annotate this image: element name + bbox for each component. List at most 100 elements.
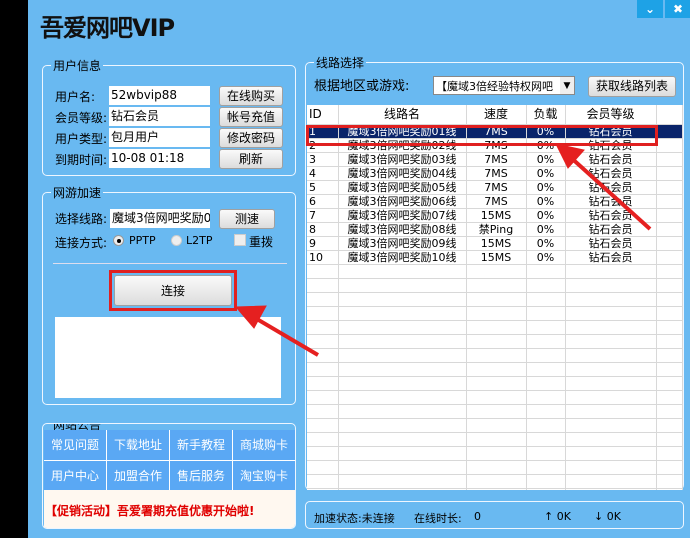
- user-action-button[interactable]: 帐号充值: [219, 107, 283, 127]
- routes-table-wrap: ID 线路名 速度 负载 会员等级 1 魔域3倍网吧奖励01线 7MS 0% 钻石会员 2 魔域3倍…: [307, 105, 683, 490]
- table-cell: 5: [307, 180, 339, 195]
- status-bar: 加速状态:未连接 在线时长: 0 ↑ 0K ↓ 0K: [305, 501, 684, 529]
- table-cell: 3: [307, 152, 339, 167]
- table-cell: 魔域3倍网吧奖励04线: [338, 166, 467, 181]
- user-action-button[interactable]: 刷新: [219, 149, 283, 169]
- notice-link[interactable]: 新手教程: [170, 430, 233, 461]
- column-header[interactable]: 线路名: [338, 105, 467, 125]
- upload-speed: ↑ 0K: [544, 510, 571, 523]
- field-label: 会员等级:: [55, 111, 108, 125]
- download-speed: ↓ 0K: [594, 510, 621, 523]
- user-action-button[interactable]: 在线购买: [219, 86, 283, 106]
- table-cell: 魔域3倍网吧奖励08线: [338, 222, 467, 237]
- table-cell: 魔域3倍网吧奖励07线: [338, 208, 467, 223]
- table-cell: 魔域3倍网吧奖励09线: [338, 236, 467, 251]
- table-cell: 魔域3倍网吧奖励03线: [338, 152, 467, 167]
- redial-checkbox[interactable]: [234, 234, 246, 246]
- field-value: 钻石会员: [109, 107, 210, 126]
- connect-button[interactable]: 连接: [114, 275, 232, 306]
- notice-link[interactable]: 常见问题: [44, 430, 107, 461]
- table-cell: 6: [307, 194, 339, 209]
- online-label: 在线时长:: [414, 512, 462, 525]
- table-cell: [656, 222, 683, 237]
- field-value: 10-08 01:18: [109, 149, 210, 168]
- promo-text[interactable]: 【促销活动】吾爱署期充值优惠开始啦!: [44, 490, 295, 528]
- log-box: [55, 317, 281, 398]
- field-label: 用户名:: [55, 90, 96, 104]
- table-row[interactable]: 5 魔域3倍网吧奖励05线 7MS 0% 钻石会员: [307, 180, 683, 195]
- table-row[interactable]: 10 魔域3倍网吧奖励10线 15MS 0% 钻石会员: [307, 250, 683, 265]
- route-field[interactable]: 魔域3倍网吧奖励01: [110, 209, 210, 228]
- table-cell: [656, 236, 683, 251]
- empty-row: [307, 390, 683, 405]
- table-cell: 7MS: [466, 152, 527, 167]
- pptp-radio[interactable]: [113, 235, 124, 246]
- table-cell: 0%: [526, 194, 566, 209]
- notice-link[interactable]: 售后服务: [170, 461, 233, 492]
- status-text: 加速状态:未连接: [314, 512, 395, 525]
- notice-link[interactable]: 淘宝购卡: [233, 461, 295, 492]
- filter-select[interactable]: 【魔域3倍经验特权网吧 ▼: [433, 76, 575, 95]
- column-header[interactable]: ID: [307, 105, 339, 125]
- table-cell: 0%: [526, 236, 566, 251]
- table-cell: 4: [307, 166, 339, 181]
- group-label: 用户信息: [51, 57, 104, 74]
- table-cell: 魔域3倍网吧奖励05线: [338, 180, 467, 195]
- field-label: 到期时间:: [55, 153, 108, 167]
- table-cell: 0%: [526, 166, 566, 181]
- table-cell: 15MS: [466, 208, 527, 223]
- notice-link[interactable]: 商城购卡: [233, 430, 295, 461]
- user-action-button[interactable]: 修改密码: [219, 128, 283, 148]
- online-value: 0: [474, 510, 481, 523]
- speed-test-button[interactable]: 测速: [219, 209, 275, 229]
- empty-row: [307, 278, 683, 293]
- empty-row: [307, 488, 683, 490]
- selected-row-highlight: [306, 125, 658, 146]
- column-header[interactable]: 会员等级: [565, 105, 657, 125]
- table-cell: [656, 166, 683, 181]
- minimize-button[interactable]: ⌄: [637, 0, 663, 18]
- table-cell: 7MS: [466, 166, 527, 181]
- table-cell: 9: [307, 236, 339, 251]
- table-cell: 7: [307, 208, 339, 223]
- notice-link[interactable]: 下载地址: [107, 430, 170, 461]
- table-row[interactable]: 4 魔域3倍网吧奖励04线 7MS 0% 钻石会员: [307, 166, 683, 181]
- table-row[interactable]: 6 魔域3倍网吧奖励06线 7MS 0% 钻石会员: [307, 194, 683, 209]
- route-label: 选择线路:: [55, 212, 108, 226]
- group-label: 网游加速: [51, 184, 104, 201]
- table-row[interactable]: 9 魔域3倍网吧奖励09线 15MS 0% 钻石会员: [307, 236, 683, 251]
- empty-row: [307, 334, 683, 349]
- divider: [53, 263, 287, 264]
- table-cell: [656, 194, 683, 209]
- table-cell: 钻石会员: [565, 180, 657, 195]
- routes-group: 线路选择 根据地区或游戏: 【魔域3倍经验特权网吧 ▼ 获取线路列表 ID 线路名速…: [305, 54, 684, 490]
- table-cell: [656, 138, 683, 153]
- notice-link[interactable]: 加盟合作: [107, 461, 170, 492]
- table-cell: [656, 152, 683, 167]
- redial-label: 重拨: [249, 235, 274, 249]
- table-cell: 钻石会员: [565, 250, 657, 265]
- chevron-down-icon[interactable]: ▼: [560, 77, 574, 94]
- table-cell: 0%: [526, 208, 566, 223]
- method-label: 连接方式:: [55, 236, 108, 250]
- table-row[interactable]: 8 魔域3倍网吧奖励08线 禁Ping 0% 钻石会员: [307, 222, 683, 237]
- close-button[interactable]: ✖: [665, 0, 690, 18]
- table-row[interactable]: 3 魔域3倍网吧奖励03线 7MS 0% 钻石会员: [307, 152, 683, 167]
- column-header[interactable]: 速度: [466, 105, 527, 125]
- table-cell: 钻石会员: [565, 208, 657, 223]
- notice-link[interactable]: 用户中心: [44, 461, 107, 492]
- connect-highlight: 连接: [109, 270, 237, 311]
- app-title: 吾爱网吧VIP: [40, 14, 175, 42]
- empty-row: [307, 320, 683, 335]
- field-value: 包月用户: [109, 128, 210, 147]
- table-cell: 10: [307, 250, 339, 265]
- group-label: 线路选择: [314, 54, 367, 71]
- empty-row: [307, 432, 683, 447]
- fetch-routes-button[interactable]: 获取线路列表: [588, 76, 676, 97]
- table-row[interactable]: 7 魔域3倍网吧奖励07线 15MS 0% 钻石会员: [307, 208, 683, 223]
- column-header[interactable]: 负载: [526, 105, 566, 125]
- empty-row: [307, 348, 683, 363]
- l2tp-radio[interactable]: [171, 235, 182, 246]
- table-cell: 钻石会员: [565, 222, 657, 237]
- empty-row: [307, 306, 683, 321]
